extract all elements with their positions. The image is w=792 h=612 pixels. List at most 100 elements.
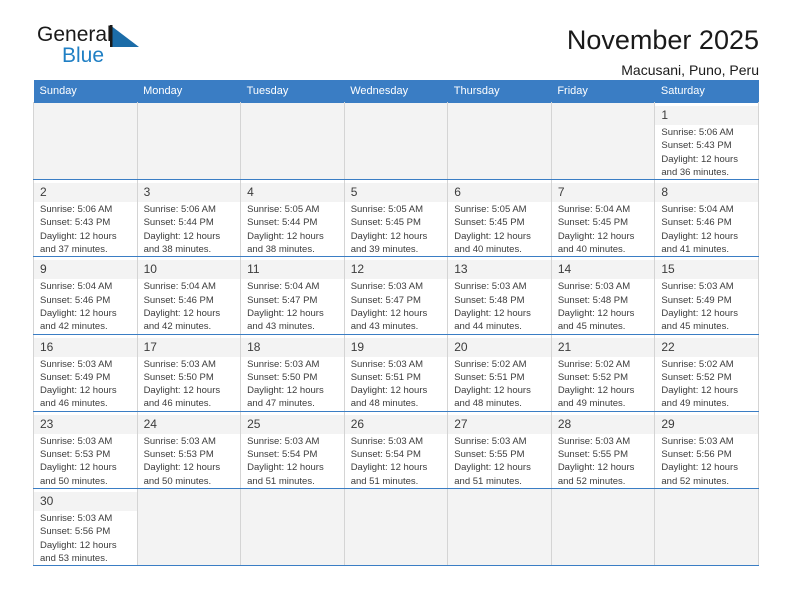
day-daylight-line2-text: and 40 minutes. xyxy=(557,244,626,256)
day-cell-content: 29 Sunrise: 5:03 AM Sunset: 5:56 PM Dayligh… xyxy=(655,412,758,488)
day-cell-content: 20 Sunrise: 5:02 AM Sunset: 5:51 PM Dayligh… xyxy=(448,335,551,411)
day-daylight-line2-text: and 50 minutes. xyxy=(40,475,108,487)
calendar-page: General Blue November 2025 Macusani, Pun… xyxy=(0,0,792,612)
day-sunrise-text: Sunrise: 5:03 AM xyxy=(557,435,631,447)
day-sunrise-text: Sunrise: 5:02 AM xyxy=(661,358,734,370)
day-daylight-line1-text: Daylight: 12 hours xyxy=(143,230,221,242)
weekday-header-friday: Friday xyxy=(551,80,655,103)
calendar-week-row: 9 Sunrise: 5:04 AM Sunset: 5:46 PM Daylight… xyxy=(33,256,759,335)
day-cell-content: 4 Sunrise: 5:05 AM Sunset: 5:44 PM Daylight… xyxy=(241,180,344,256)
day-number: 29 xyxy=(655,414,758,434)
day-number: 23 xyxy=(34,414,137,434)
day-sunset-text: Sunset: 5:45 PM xyxy=(557,217,629,229)
day-number: 22 xyxy=(655,337,758,357)
day-sunset-text: Sunset: 5:53 PM xyxy=(40,449,111,461)
calendar-body: 1 Sunrise: 5:06 AM Sunset: 5:43 PM Daylight… xyxy=(33,101,759,567)
day-number: 28 xyxy=(551,414,655,434)
day-cell-content: 21 Sunrise: 5:02 AM Sunset: 5:52 PM Dayligh… xyxy=(551,335,655,411)
day-daylight-line1-text: Daylight: 12 hours xyxy=(247,385,324,397)
day-daylight-line1-text: Daylight: 12 hours xyxy=(143,307,221,319)
day-daylight-line1-text: Daylight: 12 hours xyxy=(454,307,531,319)
weekday-header-tuesday: Tuesday xyxy=(240,80,345,103)
day-sunrise-text: Sunrise: 5:06 AM xyxy=(40,204,113,216)
day-daylight-line1-text: Daylight: 12 hours xyxy=(661,153,738,165)
day-sunrise-text: Sunrise: 5:03 AM xyxy=(143,435,216,447)
calendar-day-cell-empty xyxy=(136,487,242,567)
calendar-day-cell-empty xyxy=(447,101,552,181)
day-daylight-line2-text: and 39 minutes. xyxy=(350,244,419,256)
day-number: 7 xyxy=(551,183,655,203)
day-sunset-text: Sunset: 5:52 PM xyxy=(557,371,629,383)
day-daylight-line2-text: and 43 minutes. xyxy=(350,321,419,333)
day-sunrise-text: Sunrise: 5:03 AM xyxy=(247,435,320,447)
day-cell-content: 9 Sunrise: 5:04 AM Sunset: 5:46 PM Daylight… xyxy=(34,257,137,333)
day-daylight-line2-text: and 44 minutes. xyxy=(454,321,522,333)
day-cell-content: 6 Sunrise: 5:05 AM Sunset: 5:45 PM Daylight… xyxy=(448,180,551,256)
day-cell-content: 15 Sunrise: 5:03 AM Sunset: 5:49 PM Dayligh… xyxy=(655,257,758,333)
day-sunrise-text: Sunrise: 5:03 AM xyxy=(454,281,527,293)
calendar-day-cell: 5 Sunrise: 5:05 AM Sunset: 5:45 PM Daylight… xyxy=(343,179,449,258)
day-daylight-line1-text: Daylight: 12 hours xyxy=(454,462,531,474)
day-daylight-line1-text: Daylight: 12 hours xyxy=(247,462,324,474)
day-number: 27 xyxy=(448,414,551,434)
calendar-day-cell: 13 Sunrise: 5:03 AM Sunset: 5:48 PM Dayligh… xyxy=(447,256,552,335)
day-number: 10 xyxy=(137,260,241,280)
calendar-day-cell: 22 Sunrise: 5:02 AM Sunset: 5:52 PM Dayligh… xyxy=(654,333,759,412)
day-daylight-line2-text: and 45 minutes. xyxy=(557,321,626,333)
calendar-week-row: 23 Sunrise: 5:03 AM Sunset: 5:53 PM Dayligh… xyxy=(33,410,759,489)
day-daylight-line2-text: and 42 minutes. xyxy=(143,321,212,333)
day-daylight-line1-text: Daylight: 12 hours xyxy=(350,230,428,242)
day-cell-content: 12 Sunrise: 5:03 AM Sunset: 5:47 PM Dayligh… xyxy=(344,257,448,333)
brand-name-blue: Blue xyxy=(62,44,105,67)
day-sunset-text: Sunset: 5:45 PM xyxy=(350,217,421,229)
calendar-day-cell: 30 Sunrise: 5:03 AM Sunset: 5:56 PM Dayligh… xyxy=(33,487,138,567)
day-sunset-text: Sunset: 5:44 PM xyxy=(247,217,318,229)
day-sunrise-text: Sunrise: 5:06 AM xyxy=(143,204,216,216)
day-daylight-line2-text: and 41 minutes. xyxy=(661,244,729,256)
calendar-week-row: 1 Sunrise: 5:06 AM Sunset: 5:43 PM Daylight… xyxy=(33,101,759,181)
day-sunset-text: Sunset: 5:49 PM xyxy=(40,371,111,383)
day-sunrise-text: Sunrise: 5:03 AM xyxy=(143,358,216,370)
day-number: 13 xyxy=(448,260,551,280)
day-daylight-line2-text: and 38 minutes. xyxy=(247,244,315,256)
day-daylight-line1-text: Daylight: 12 hours xyxy=(350,385,428,397)
day-sunset-text: Sunset: 5:53 PM xyxy=(143,449,214,461)
day-cell-content: 13 Sunrise: 5:03 AM Sunset: 5:48 PM Dayligh… xyxy=(448,257,551,333)
day-cell-content: 24 Sunrise: 5:03 AM Sunset: 5:53 PM Dayligh… xyxy=(137,412,241,488)
day-sunset-text: Sunset: 5:48 PM xyxy=(557,294,629,306)
day-number: 20 xyxy=(448,337,551,357)
day-number: 19 xyxy=(344,337,448,357)
day-number: 30 xyxy=(34,491,137,511)
day-daylight-line1-text: Daylight: 12 hours xyxy=(40,385,117,397)
day-daylight-line1-text: Daylight: 12 hours xyxy=(40,230,117,242)
day-daylight-line1-text: Daylight: 12 hours xyxy=(557,307,635,319)
calendar-day-cell: 6 Sunrise: 5:05 AM Sunset: 5:45 PM Daylight… xyxy=(447,179,552,258)
day-sunset-text: Sunset: 5:56 PM xyxy=(40,526,111,538)
day-sunset-text: Sunset: 5:54 PM xyxy=(247,449,318,461)
day-daylight-line2-text: and 48 minutes. xyxy=(454,398,522,410)
day-cell-content: 14 Sunrise: 5:03 AM Sunset: 5:48 PM Dayligh… xyxy=(551,257,655,333)
day-number: 17 xyxy=(137,337,241,357)
day-daylight-line2-text: and 45 minutes. xyxy=(661,321,729,333)
calendar-day-cell-empty xyxy=(343,101,449,181)
calendar-week-row: 30 Sunrise: 5:03 AM Sunset: 5:56 PM Dayligh… xyxy=(33,487,759,567)
calendar-day-cell-empty xyxy=(136,101,242,181)
day-sunrise-text: Sunrise: 5:03 AM xyxy=(350,281,424,293)
calendar-day-cell-empty xyxy=(654,487,759,567)
brand-logo[interactable]: General Blue xyxy=(33,24,153,72)
calendar-day-cell: 20 Sunrise: 5:02 AM Sunset: 5:51 PM Dayligh… xyxy=(447,333,552,412)
day-daylight-line2-text: and 49 minutes. xyxy=(557,398,626,410)
calendar-day-cell: 24 Sunrise: 5:03 AM Sunset: 5:53 PM Dayligh… xyxy=(136,410,242,489)
day-number: 2 xyxy=(34,183,137,203)
day-daylight-line1-text: Daylight: 12 hours xyxy=(661,385,738,397)
weekday-header-sunday: Sunday xyxy=(33,80,138,103)
calendar-day-cell: 17 Sunrise: 5:03 AM Sunset: 5:50 PM Dayligh… xyxy=(136,333,242,412)
day-sunrise-text: Sunrise: 5:03 AM xyxy=(661,281,734,293)
day-sunset-text: Sunset: 5:45 PM xyxy=(454,217,525,229)
day-daylight-line1-text: Daylight: 12 hours xyxy=(661,230,738,242)
day-daylight-line2-text: and 43 minutes. xyxy=(247,321,315,333)
day-cell-content: 30 Sunrise: 5:03 AM Sunset: 5:56 PM Dayligh… xyxy=(34,489,137,565)
day-daylight-line2-text: and 46 minutes. xyxy=(40,398,108,410)
day-sunset-text: Sunset: 5:55 PM xyxy=(557,449,629,461)
day-sunrise-text: Sunrise: 5:05 AM xyxy=(350,204,424,216)
